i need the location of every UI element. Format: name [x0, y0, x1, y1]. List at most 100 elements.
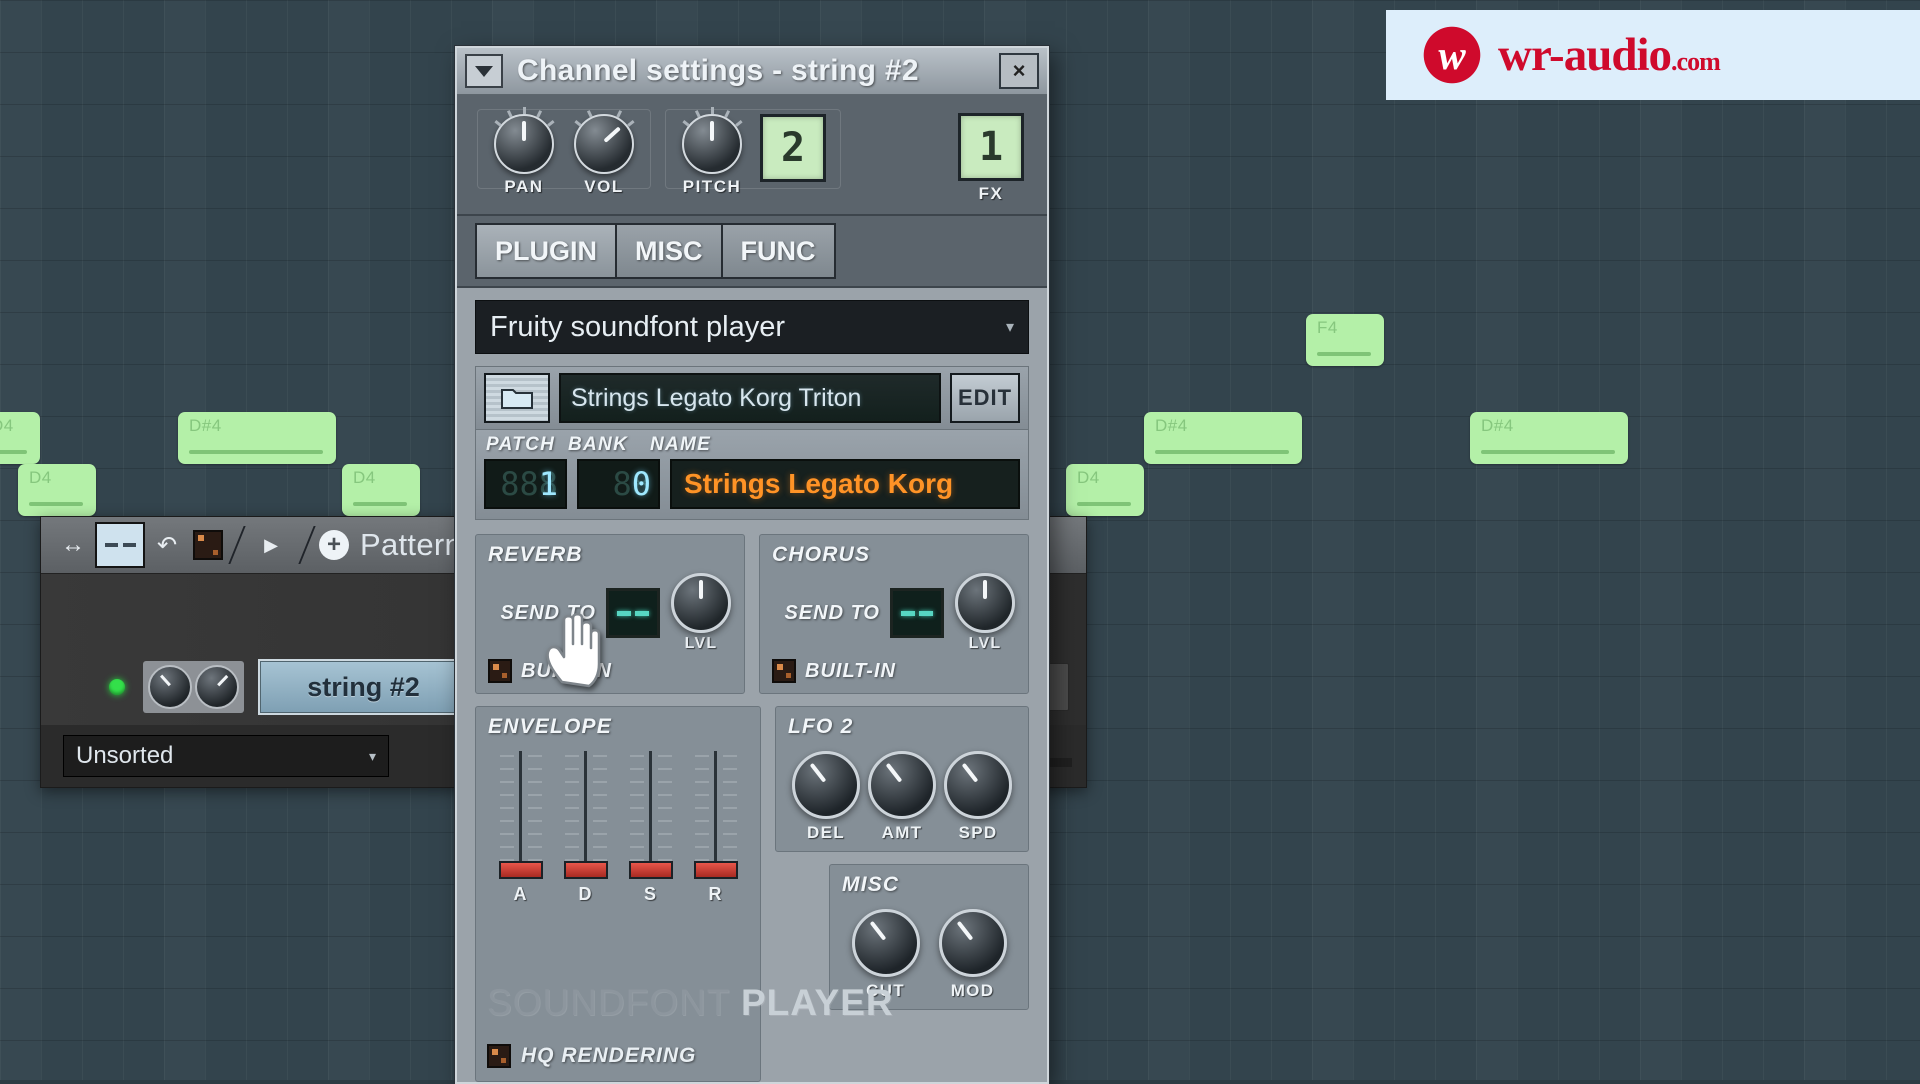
- edit-button[interactable]: EDIT: [950, 373, 1020, 423]
- piano-roll-note[interactable]: D#4: [178, 412, 336, 464]
- lfo2-amount-knob[interactable]: [868, 751, 936, 819]
- tab-misc-label: MISC: [635, 235, 703, 266]
- reverb-builtin-row[interactable]: BUILT-IN: [488, 659, 732, 683]
- envelope-release-label: R: [708, 884, 723, 904]
- chorus-builtin-row[interactable]: BUILT-IN: [772, 659, 1016, 683]
- right-controls-column: LFO 2 DEL AMT SPD MISC CUT MOD: [775, 706, 1029, 1082]
- plus-circle-icon[interactable]: +: [319, 530, 349, 560]
- reverb-builtin-led-icon[interactable]: [488, 659, 512, 683]
- patch-name-display[interactable]: Strings Legato Korg: [670, 459, 1020, 509]
- name-header: NAME: [650, 434, 712, 455]
- brand-soundfont-word: SOUNDFONT: [487, 982, 730, 1023]
- pitch-group: PITCH 2: [665, 107, 841, 196]
- wr-logo-name: wr-audio: [1498, 29, 1672, 81]
- pitch-knob[interactable]: [681, 107, 743, 174]
- bank-number-display[interactable]: 88 0: [577, 459, 660, 509]
- patch-header: PATCH: [486, 434, 556, 455]
- reverb-builtin-label: BUILT-IN: [521, 659, 612, 682]
- tab-func[interactable]: FUNC: [720, 223, 836, 279]
- pitch-value-display[interactable]: 2: [760, 114, 826, 182]
- pan-knob-wrap: PAN: [492, 107, 556, 197]
- tab-func-label: FUNC: [740, 235, 816, 266]
- channel-pan-knob[interactable]: [148, 665, 192, 709]
- grid-line: [1230, 0, 1231, 1080]
- envelope-release-slider[interactable]: R: [691, 751, 741, 904]
- patch-number-display[interactable]: 888 1: [484, 459, 567, 509]
- misc-title: MISC: [842, 873, 900, 896]
- chevron-down-icon: ▾: [1005, 319, 1014, 336]
- plugin-tabs: PLUGIN MISC FUNC: [457, 216, 1047, 288]
- piano-roll-note[interactable]: D#4: [1470, 412, 1628, 464]
- plugin-select[interactable]: Fruity soundfont player ▾: [475, 300, 1029, 354]
- color-swatch-icon[interactable]: [193, 530, 223, 560]
- piano-roll-note[interactable]: D4: [1066, 464, 1144, 516]
- grid-line: [1517, 0, 1518, 1080]
- channel-name-label: string #2: [307, 671, 420, 702]
- undo-arrow-icon[interactable]: ↶: [145, 523, 189, 567]
- chorus-level-knob[interactable]: [955, 573, 1015, 633]
- hq-rendering-led-icon[interactable]: [487, 1044, 511, 1068]
- top-knob-panel: PAN VOL PITCH 2 1 FX: [457, 95, 1047, 216]
- grid-bar: [1148, 0, 1189, 1080]
- window-title-bar[interactable]: Channel settings - string #2 ×: [457, 48, 1047, 95]
- grid-line: [1107, 0, 1108, 1080]
- hq-rendering-row[interactable]: HQ RENDERING: [487, 1044, 696, 1068]
- vol-label: VOL: [584, 177, 624, 196]
- envelope-sustain-slider[interactable]: S: [626, 751, 676, 904]
- piano-roll-note[interactable]: F4: [1306, 314, 1384, 366]
- note-velocity-bar: [0, 450, 27, 454]
- channel-group-select[interactable]: Unsorted ▾: [63, 735, 389, 777]
- fx-label: FX: [978, 184, 1004, 203]
- reverb-level-knob[interactable]: [671, 573, 731, 633]
- chorus-builtin-led-icon[interactable]: [772, 659, 796, 683]
- envelope-attack-slider[interactable]: A: [496, 751, 546, 904]
- lfo2-speed-wrap: SPD: [940, 751, 1016, 843]
- fx-channel-display[interactable]: 1: [958, 113, 1024, 181]
- chevron-down-icon[interactable]: [465, 54, 503, 88]
- grid-line: [1763, 0, 1764, 1080]
- soundfont-file-field[interactable]: Strings Legato Korg Triton: [559, 373, 941, 423]
- chorus-level-wrap: LVL: [954, 573, 1016, 653]
- tab-plugin-label: PLUGIN: [495, 235, 598, 266]
- misc-mod-knob[interactable]: [938, 909, 1007, 977]
- green-led-icon[interactable]: [109, 679, 125, 695]
- piano-roll-note[interactable]: D4: [0, 412, 40, 464]
- tab-plugin[interactable]: PLUGIN: [475, 223, 618, 279]
- reverb-level-label: LVL: [684, 635, 718, 652]
- channel-volume-knob[interactable]: [195, 665, 239, 709]
- fx-wrap: 1 FX: [955, 113, 1027, 204]
- piano-roll-note[interactable]: D4: [18, 464, 96, 516]
- play-triangle-icon[interactable]: ▶: [249, 523, 293, 567]
- piano-roll-note[interactable]: D4: [342, 464, 420, 516]
- chevron-down-icon: ▾: [368, 747, 376, 764]
- tab-misc[interactable]: MISC: [615, 223, 723, 279]
- envelope-decay-slider[interactable]: D: [561, 751, 611, 904]
- lfo2-speed-knob[interactable]: [944, 751, 1012, 819]
- envelope-attack-label: A: [513, 884, 528, 904]
- grid-bar: [1312, 0, 1353, 1080]
- chorus-level-label: LVL: [968, 635, 1002, 652]
- channel-settings-window[interactable]: Channel settings - string #2 × PAN VOL P…: [455, 46, 1049, 1084]
- misc-mod-wrap: MOD: [935, 909, 1011, 1001]
- chorus-builtin-label: BUILT-IN: [805, 659, 896, 682]
- bank-number-value: 0: [631, 465, 651, 503]
- patch-number-value: 1: [538, 465, 558, 503]
- reverb-send-row: SEND TO LVL: [488, 573, 732, 653]
- chorus-send-display[interactable]: [890, 588, 944, 638]
- reverb-send-display[interactable]: [606, 588, 660, 638]
- misc-cutoff-knob[interactable]: [851, 909, 920, 977]
- wr-logo-mark-icon: w: [1420, 23, 1484, 87]
- note-label: D4: [1077, 468, 1100, 487]
- lfo2-delay-knob[interactable]: [792, 751, 860, 819]
- close-icon[interactable]: ×: [999, 53, 1039, 89]
- pan-knob[interactable]: [493, 107, 555, 174]
- patch-bank-block: PATCH BANK NAME 888 1 88 0 Strings Legat…: [475, 430, 1029, 520]
- grid-row-line: [0, 0, 1920, 1]
- folder-icon[interactable]: [484, 373, 550, 423]
- resize-arrows-icon[interactable]: ↔: [51, 523, 95, 567]
- volume-knob[interactable]: [573, 110, 635, 174]
- step-count-display[interactable]: [95, 522, 145, 568]
- channel-name-button[interactable]: string #2: [258, 659, 469, 715]
- piano-roll-note[interactable]: D#4: [1144, 412, 1302, 464]
- note-velocity-bar: [189, 450, 323, 454]
